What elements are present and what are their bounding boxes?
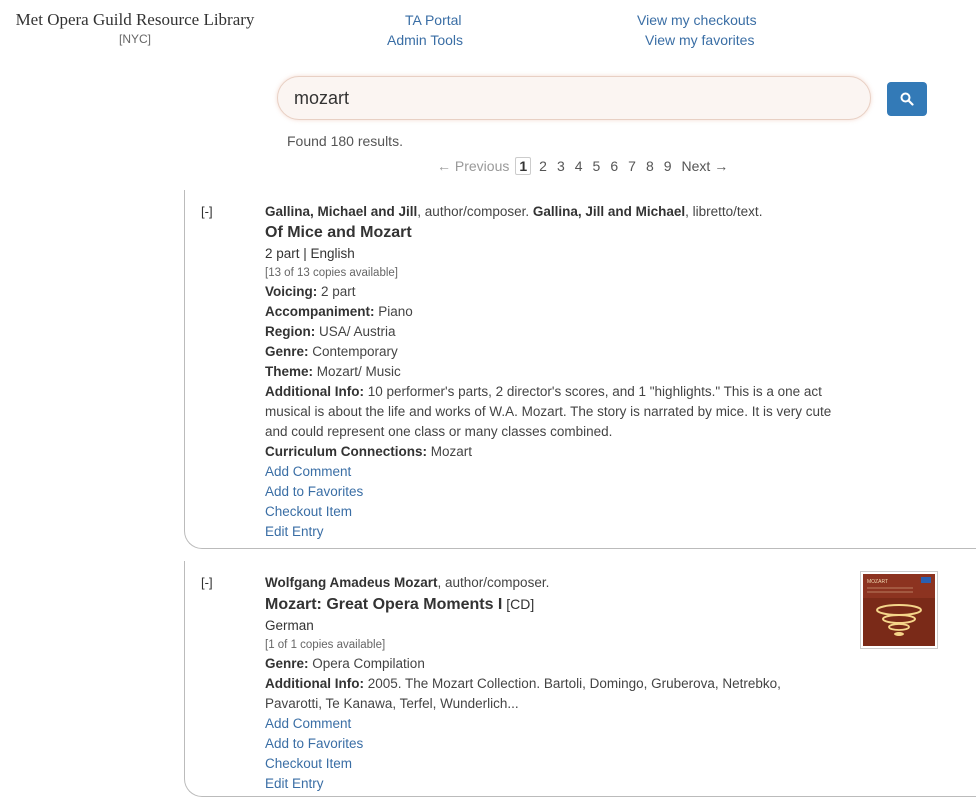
site-brand: Met Opera Guild Resource Library [NYC] bbox=[10, 10, 260, 46]
result-body: Gallina, Michael and Jill, author/compos… bbox=[265, 202, 835, 542]
pager-current-page: 1 bbox=[515, 157, 532, 175]
credit-name: Wolfgang Amadeus Mozart bbox=[265, 575, 438, 590]
result-credits: Wolfgang Amadeus Mozart, author/composer… bbox=[265, 573, 835, 593]
album-cover-image: MOZART bbox=[863, 574, 935, 646]
site-location: [NYC] bbox=[118, 32, 151, 46]
result-subline: German bbox=[265, 618, 314, 633]
add-comment-link[interactable]: Add Comment bbox=[265, 462, 835, 482]
search-box bbox=[277, 76, 871, 120]
pager-page[interactable]: 3 bbox=[557, 158, 565, 174]
pager-page[interactable]: 6 bbox=[610, 158, 618, 174]
pager-page[interactable]: 4 bbox=[575, 158, 583, 174]
add-comment-link[interactable]: Add Comment bbox=[265, 714, 835, 734]
ta-portal-link[interactable]: TA Portal bbox=[405, 12, 462, 28]
search-button[interactable] bbox=[887, 82, 927, 116]
add-favorites-link[interactable]: Add to Favorites bbox=[265, 734, 835, 754]
checkout-item-link[interactable]: Checkout Item bbox=[265, 502, 835, 522]
result-format: [CD] bbox=[502, 596, 535, 612]
field-genre: Genre: Contemporary bbox=[265, 344, 398, 359]
copies-available: [1 of 1 copies available] bbox=[265, 639, 386, 651]
add-favorites-link[interactable]: Add to Favorites bbox=[265, 482, 835, 502]
collapse-toggle[interactable]: [-] bbox=[201, 575, 213, 590]
results-count: Found 180 results. bbox=[287, 133, 403, 149]
search-icon bbox=[900, 92, 914, 106]
result-body: Wolfgang Amadeus Mozart, author/composer… bbox=[265, 573, 835, 794]
field-region: Region: USA/ Austria bbox=[265, 324, 396, 339]
admin-tools-link[interactable]: Admin Tools bbox=[387, 32, 463, 48]
result-title: Of Mice and Mozart bbox=[265, 224, 412, 241]
credit-role: , author/composer. bbox=[417, 204, 533, 219]
result-card: [-] Gallina, Michael and Jill, author/co… bbox=[184, 190, 976, 549]
result-card: [-] Wolfgang Amadeus Mozart, author/comp… bbox=[184, 561, 976, 797]
checkout-item-link[interactable]: Checkout Item bbox=[265, 754, 835, 774]
field-additional-info: Additional Info: 2005. The Mozart Collec… bbox=[265, 676, 781, 711]
album-cover-thumbnail[interactable]: MOZART bbox=[860, 571, 938, 649]
copies-available: [13 of 13 copies available] bbox=[265, 267, 398, 279]
pagination: ← Previous 1 2 3 4 5 6 7 8 9 Next → bbox=[437, 157, 738, 175]
pager-page[interactable]: 5 bbox=[593, 158, 601, 174]
field-genre: Genre: Opera Compilation bbox=[265, 656, 425, 671]
credit-role: , author/composer. bbox=[437, 575, 550, 590]
site-title[interactable]: Met Opera Guild Resource Library bbox=[10, 10, 260, 30]
collapse-toggle[interactable]: [-] bbox=[201, 204, 213, 219]
pager-page[interactable]: 8 bbox=[646, 158, 654, 174]
field-theme: Theme: Mozart/ Music bbox=[265, 364, 401, 379]
view-favorites-link[interactable]: View my favorites bbox=[645, 32, 754, 48]
credit-name: Gallina, Michael and Jill bbox=[265, 204, 418, 219]
field-additional-info: Additional Info: 10 performer's parts, 2… bbox=[265, 384, 832, 439]
pager-page[interactable]: 7 bbox=[628, 158, 636, 174]
view-checkouts-link[interactable]: View my checkouts bbox=[637, 12, 757, 28]
field-curriculum: Curriculum Connections: Mozart bbox=[265, 444, 473, 459]
pager-page[interactable]: 2 bbox=[539, 158, 547, 174]
result-credits: Gallina, Michael and Jill, author/compos… bbox=[265, 202, 835, 222]
pager-page[interactable]: 9 bbox=[664, 158, 672, 174]
search-input[interactable] bbox=[278, 77, 870, 119]
edit-entry-link[interactable]: Edit Entry bbox=[265, 774, 835, 794]
edit-entry-link[interactable]: Edit Entry bbox=[265, 522, 835, 542]
field-voicing: Voicing: 2 part bbox=[265, 284, 356, 299]
pager-previous[interactable]: ← Previous bbox=[437, 158, 509, 174]
pager-next[interactable]: Next → bbox=[682, 158, 729, 174]
credit-name: Gallina, Jill and Michael bbox=[532, 204, 686, 219]
result-title: Mozart: Great Opera Moments I [CD] bbox=[265, 596, 535, 613]
cover-title: MOZART bbox=[867, 579, 888, 585]
credit-role: , libretto/text. bbox=[685, 204, 763, 219]
field-accompaniment: Accompaniment: Piano bbox=[265, 304, 413, 319]
result-subline: 2 part | English bbox=[265, 246, 355, 261]
